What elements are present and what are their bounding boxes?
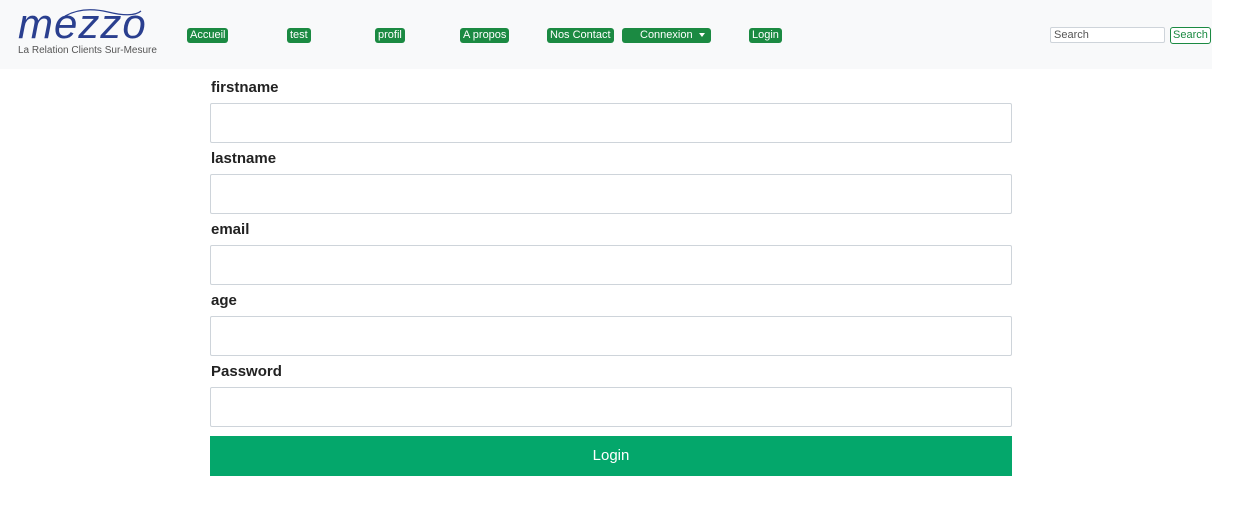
password-label: Password — [211, 363, 282, 380]
firstname-label: firstname — [211, 79, 279, 96]
search-input[interactable] — [1050, 27, 1165, 43]
lastname-label: lastname — [211, 150, 277, 167]
logo-tagline: La Relation Clients Sur-Mesure — [18, 45, 157, 56]
email-label: email — [211, 221, 250, 238]
nav-item-connexion-label: Connexion — [640, 29, 693, 41]
nav-item-a-propos[interactable]: A propos — [460, 28, 510, 43]
caret-down-icon — [698, 33, 705, 38]
logo[interactable]: mezzo La Relation Clients Sur-Mesure — [18, 3, 168, 62]
age-input[interactable] — [210, 316, 1012, 356]
nav-item-profil[interactable]: profil — [375, 28, 405, 43]
password-input[interactable] — [210, 387, 1012, 427]
email-input[interactable] — [210, 245, 1012, 285]
nav-item-accueil[interactable]: Accueil — [187, 28, 229, 43]
logo-swoosh-icon — [64, 9, 142, 17]
lastname-input[interactable] — [210, 174, 1012, 214]
nav-item-connexion-dropdown[interactable]: Connexion — [622, 28, 711, 43]
navbar: mezzo La Relation Clients Sur-Mesure Acc… — [0, 0, 1212, 69]
age-label: age — [211, 292, 237, 309]
nav-item-nos-contact[interactable]: Nos Contact — [547, 28, 614, 43]
login-submit-button[interactable]: Login — [210, 436, 1012, 476]
nav-item-login[interactable]: Login — [749, 28, 782, 43]
nav-item-test[interactable]: test — [287, 28, 311, 43]
firstname-input[interactable] — [210, 103, 1012, 143]
search-button[interactable]: Search — [1170, 27, 1211, 44]
